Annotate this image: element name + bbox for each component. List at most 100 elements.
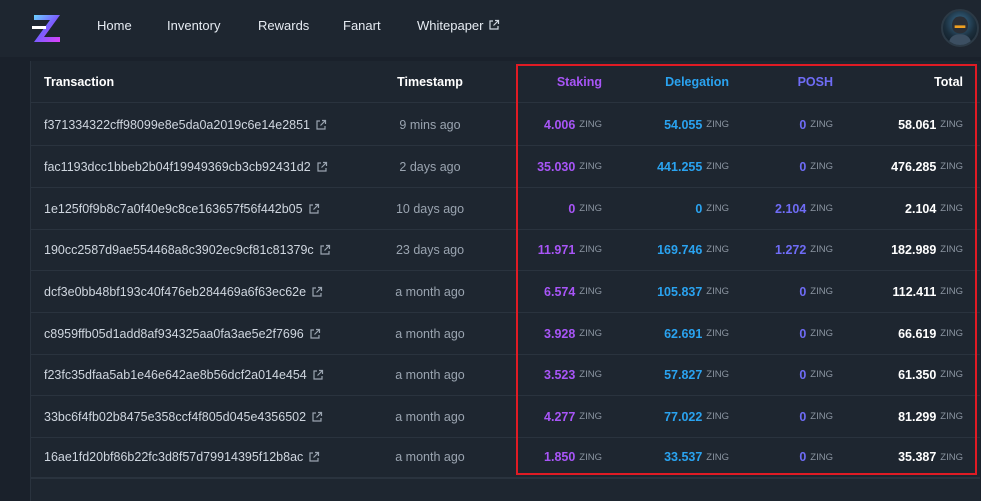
header-staking: Staking [556,74,602,89]
staking-value: 0 [568,201,576,216]
transaction-hash[interactable]: 190cc2587d9ae554468a8c3902ec9cf81c81379c [44,243,314,257]
posh-amount: 0 ZING [799,437,833,477]
posh-value: 0 [799,284,807,299]
external-link-icon[interactable] [315,119,327,131]
external-link-icon[interactable] [309,328,321,340]
unit-label: ZING [940,203,963,214]
delegation-amount: 0 ZING [695,188,729,229]
unit-label: ZING [810,119,833,130]
staking-amount: 4.277 ZING [544,396,602,437]
posh-value: 0 [799,326,807,341]
external-link-icon [489,19,500,30]
posh-value: 0 [799,367,807,382]
nav-rewards[interactable]: Rewards [258,18,309,33]
total-value: 35.387 [898,450,937,464]
external-link-icon[interactable] [308,451,320,463]
transaction-link[interactable]: 1e125f0f9b8c7a0f40e9c8ce163657f56f442b05 [44,188,320,229]
transaction-hash[interactable]: 16ae1fd20bf86b22fc3d8f57d79914395f12b8ac [44,450,303,464]
staking-amount: 3.928 ZING [544,313,602,354]
staking-amount: 0 ZING [568,188,602,229]
staking-amount: 3.523 ZING [544,354,602,395]
unit-label: ZING [579,451,602,463]
unit-label: ZING [579,286,602,297]
delegation-value: 0 [695,201,703,216]
transaction-link[interactable]: fac1193dcc1bbeb2b04f19949369cb3cb92431d2 [44,146,328,187]
transaction-link[interactable]: 190cc2587d9ae554468a8c3902ec9cf81c81379c [44,229,331,270]
nav-inventory[interactable]: Inventory [167,18,220,33]
unit-label: ZING [940,119,963,130]
posh-amount: 0 ZING [799,396,833,437]
header-total: Total [934,74,963,89]
avatar-figure-icon [948,16,972,45]
delegation-value: 441.255 [657,159,703,174]
transaction-hash[interactable]: 1e125f0f9b8c7a0f40e9c8ce163657f56f442b05 [44,202,303,216]
timestamp: a month ago [395,326,465,341]
delegation-amount: 441.255 ZING [657,146,729,187]
transaction-hash[interactable]: c8959ffb05d1add8af934325aa0fa3ae5e2f7696 [44,327,304,341]
delegation-amount: 105.837 ZING [657,271,729,312]
timestamp: a month ago [395,450,465,464]
nav-home[interactable]: Home [97,18,132,33]
transaction-hash[interactable]: fac1193dcc1bbeb2b04f19949369cb3cb92431d2 [44,160,311,174]
unit-label: ZING [810,328,833,339]
total-amount: 66.619 ZING [898,313,963,354]
external-link-icon[interactable] [311,286,323,298]
unit-label: ZING [940,369,963,380]
delegation-value: 77.022 [664,409,703,424]
delegation-amount: 62.691 ZING [664,313,729,354]
transaction-link[interactable]: f371334322cff98099e8e5da0a2019c6e14e2851 [44,104,327,145]
unit-label: ZING [810,161,833,172]
unit-label: ZING [940,244,963,255]
z-logo-icon[interactable] [30,11,64,45]
unit-label: ZING [810,369,833,380]
nav-fanart[interactable]: Fanart [343,18,381,33]
timestamp: a month ago [395,284,465,299]
total-amount: 81.299 ZING [898,396,963,437]
total-amount: 58.061 ZING [898,104,963,145]
user-avatar[interactable] [941,9,979,47]
external-link-icon[interactable] [308,203,320,215]
staking-value: 3.523 [544,367,576,382]
transaction-link[interactable]: dcf3e0bb48bf193c40f476eb284469a6f63ec62e [44,271,323,312]
transaction-link[interactable]: c8959ffb05d1add8af934325aa0fa3ae5e2f7696 [44,313,321,354]
posh-amount: 2.104 ZING [775,188,833,229]
unit-label: ZING [579,203,602,214]
external-link-icon[interactable] [312,369,324,381]
top-navbar: Home Inventory Rewards Fanart Whitepaper [0,0,981,57]
posh-amount: 0 ZING [799,271,833,312]
total-amount: 476.285 ZING [891,146,963,187]
table-row: fac1193dcc1bbeb2b04f19949369cb3cb92431d2… [30,146,980,188]
unit-label: ZING [810,244,833,255]
transaction-hash[interactable]: f23fc35dfaa5ab1e46e642ae8b56dcf2a014e454 [44,368,307,382]
delegation-value: 169.746 [657,242,703,257]
external-link-icon[interactable] [311,411,323,423]
unit-label: ZING [706,244,729,255]
unit-label: ZING [940,286,963,297]
external-link-icon[interactable] [316,161,328,173]
transaction-link[interactable]: 16ae1fd20bf86b22fc3d8f57d79914395f12b8ac [44,437,320,477]
delegation-amount: 33.537 ZING [664,437,729,477]
unit-label: ZING [706,328,729,339]
unit-label: ZING [940,411,963,422]
transaction-link[interactable]: 33bc6f4fb02b8475e358ccf4f805d045e4356502 [44,396,323,437]
total-amount: 2.104 ZING [905,188,963,229]
transaction-link[interactable]: f23fc35dfaa5ab1e46e642ae8b56dcf2a014e454 [44,354,324,395]
total-value: 182.989 [891,242,937,257]
table-row: c8959ffb05d1add8af934325aa0fa3ae5e2f7696… [30,313,980,355]
delegation-value: 57.827 [664,367,703,382]
staking-amount: 6.574 ZING [544,271,602,312]
table-row: f23fc35dfaa5ab1e46e642ae8b56dcf2a014e454… [30,354,980,396]
nav-whitepaper[interactable]: Whitepaper [417,18,500,33]
total-value: 61.350 [898,367,937,382]
staking-amount: 4.006 ZING [544,104,602,145]
transaction-hash[interactable]: dcf3e0bb48bf193c40f476eb284469a6f63ec62e [44,285,306,299]
staking-amount: 35.030 ZING [537,146,602,187]
staking-value: 3.928 [544,326,576,341]
staking-value: 4.277 [544,409,576,424]
posh-value: 0 [799,159,807,174]
external-link-icon[interactable] [319,244,331,256]
header-delegation: Delegation [665,74,729,89]
transaction-hash[interactable]: 33bc6f4fb02b8475e358ccf4f805d045e4356502 [44,410,306,424]
header-transaction: Transaction [44,74,115,89]
transaction-hash[interactable]: f371334322cff98099e8e5da0a2019c6e14e2851 [44,118,310,132]
